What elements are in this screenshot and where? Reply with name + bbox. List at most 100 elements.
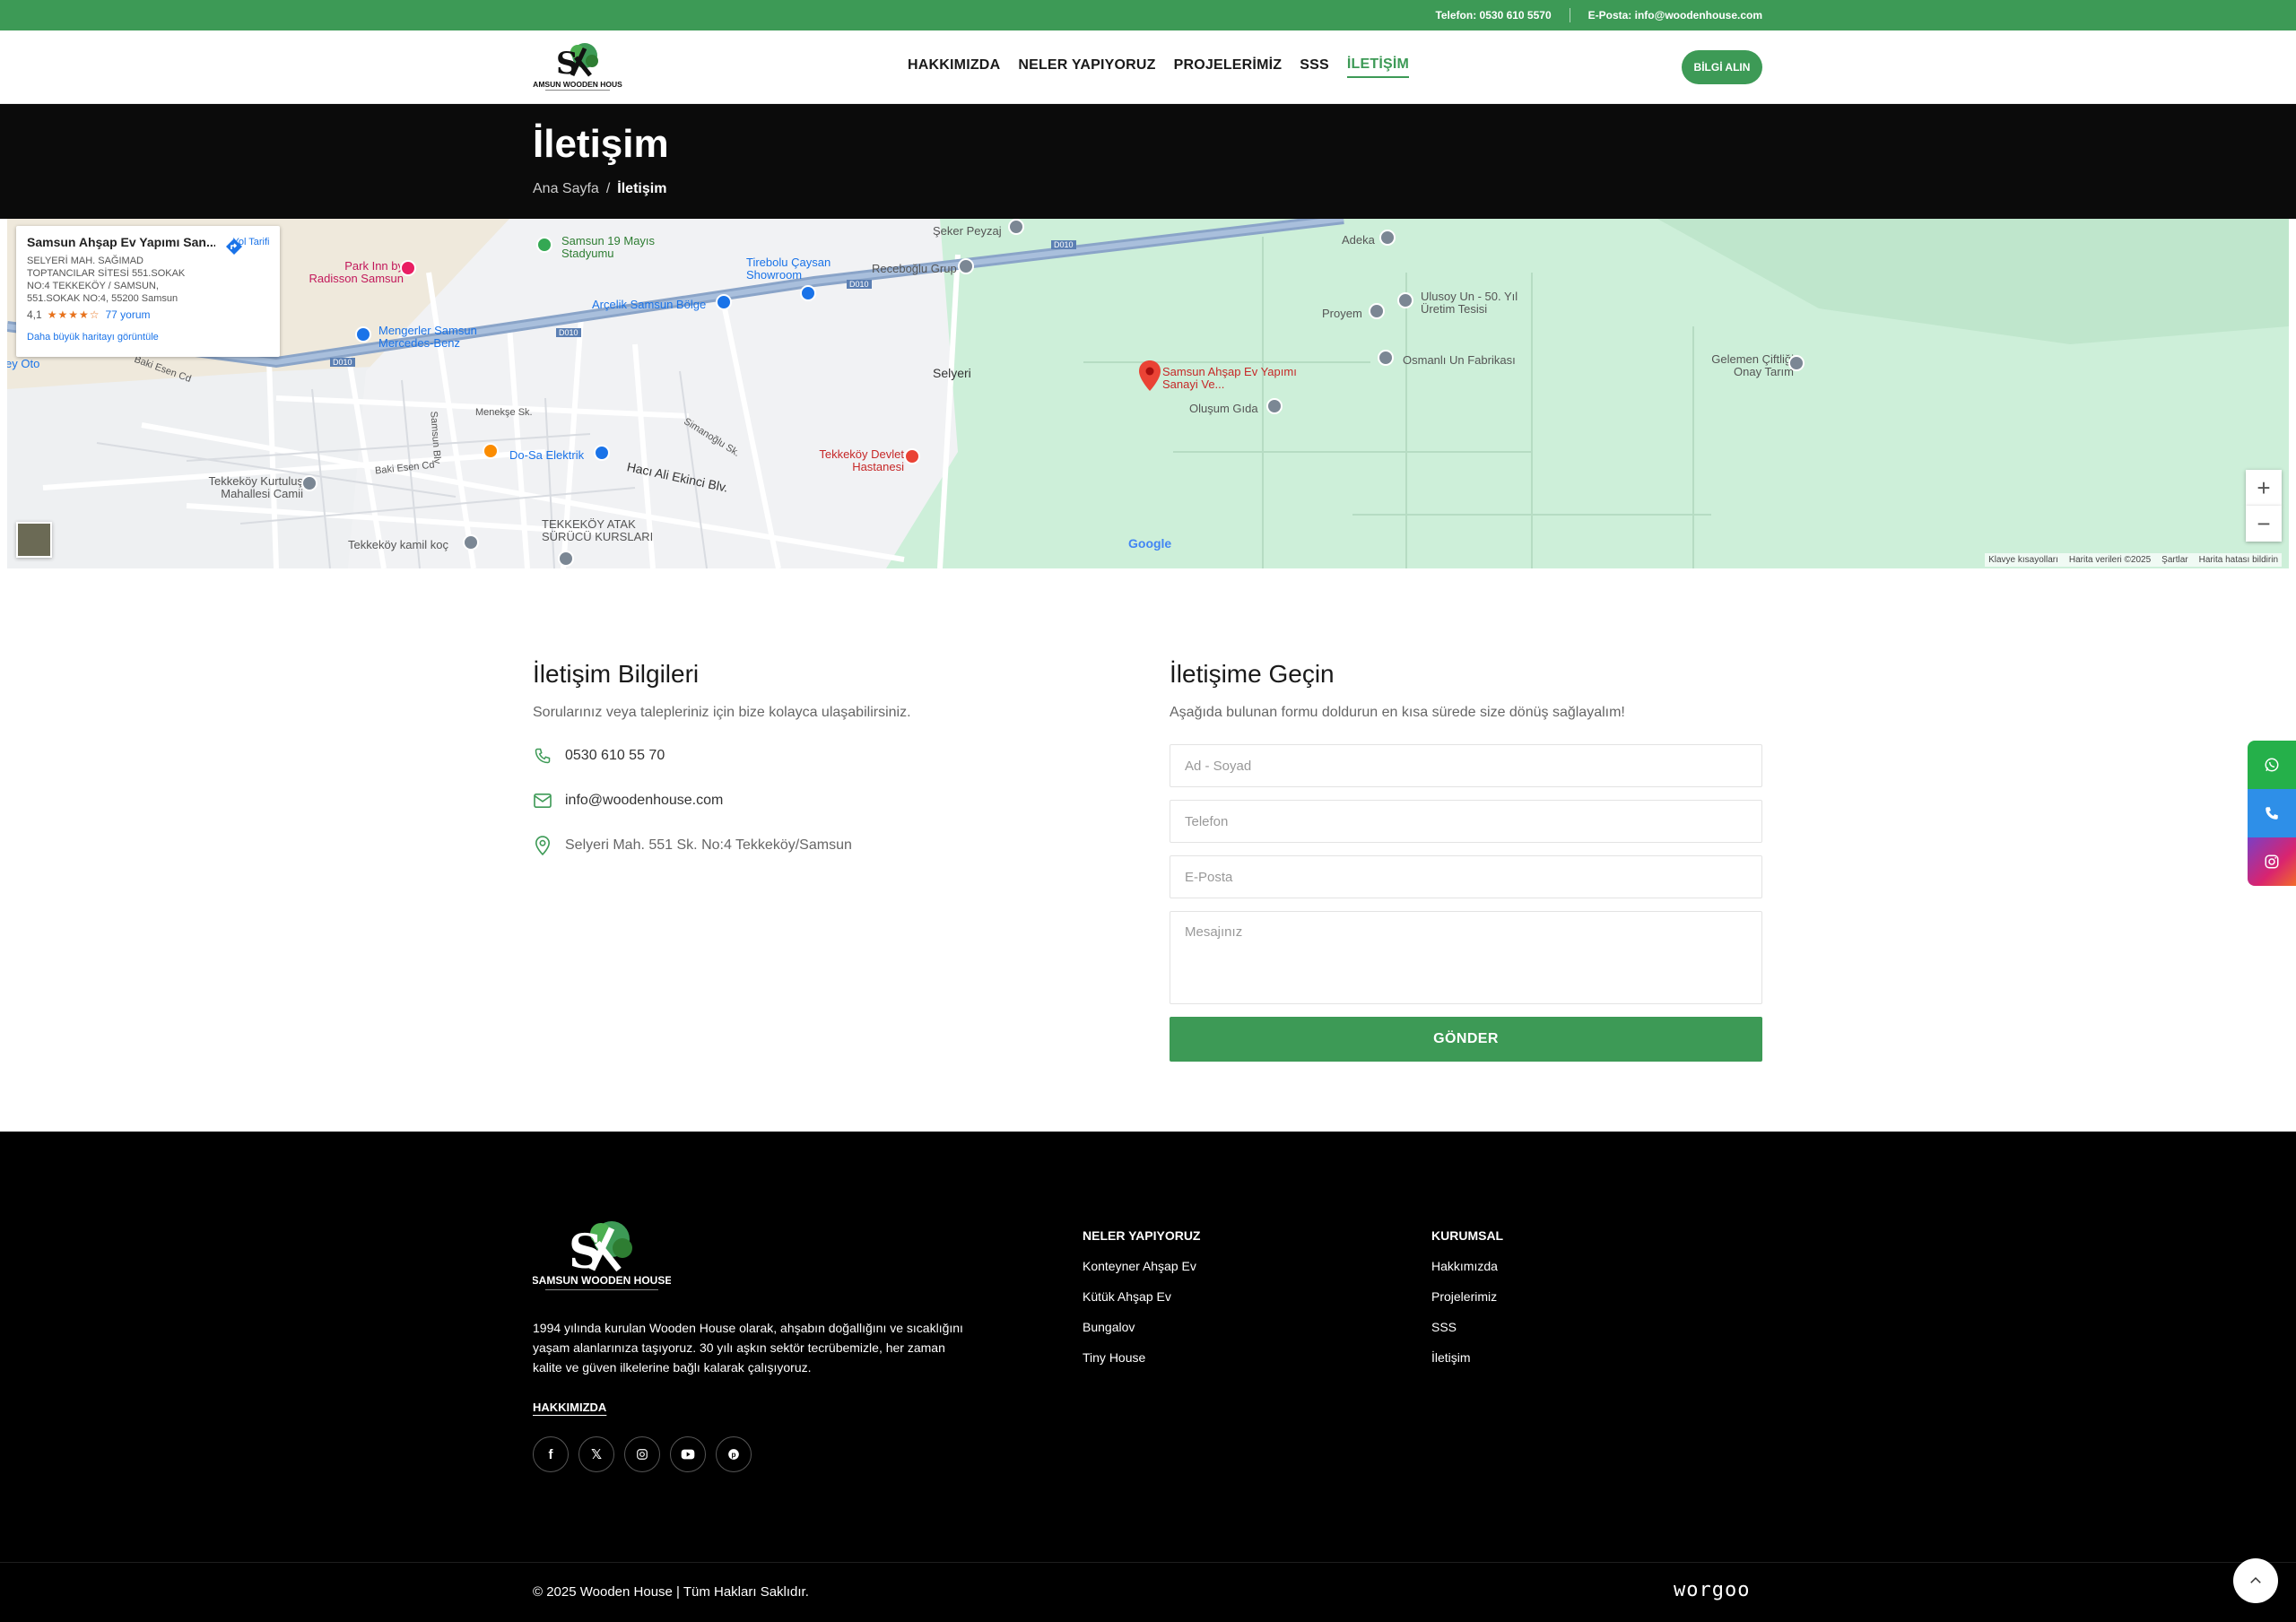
satellite-toggle[interactable] bbox=[16, 522, 52, 558]
map-label-target: Samsun Ahşap Ev Yapımı Sanayi Ve... bbox=[1162, 365, 1297, 391]
social-links: f 𝕏 p bbox=[533, 1436, 752, 1472]
get-info-button[interactable]: BİLGİ ALIN bbox=[1682, 50, 1762, 84]
footer-link-log-house[interactable]: Kütük Ahşap Ev bbox=[1083, 1289, 1200, 1304]
contact-address-row: Selyeri Mah. 551 Sk. No:4 Tekkeköy/Samsu… bbox=[533, 836, 1071, 855]
footer-link-bungalow[interactable]: Bungalov bbox=[1083, 1320, 1200, 1334]
footer-link-tiny-house[interactable]: Tiny House bbox=[1083, 1350, 1200, 1365]
page-title: İletişim bbox=[533, 122, 669, 166]
facebook-icon[interactable]: f bbox=[533, 1436, 569, 1472]
nav-faq[interactable]: SSS bbox=[1300, 57, 1329, 77]
breadcrumb-separator: / bbox=[605, 181, 611, 196]
keyboard-shortcuts-link[interactable]: Klavye kısayolları bbox=[1988, 555, 2058, 565]
x-twitter-icon[interactable]: 𝕏 bbox=[578, 1436, 614, 1472]
phone-icon bbox=[533, 746, 552, 766]
stadium-icon[interactable] bbox=[536, 237, 552, 253]
shop-icon[interactable] bbox=[800, 285, 816, 301]
shop-icon[interactable] bbox=[716, 294, 732, 310]
map-label-receboglu: Receboğlu Grup bbox=[872, 262, 957, 275]
footer-link-contact[interactable]: İletişim bbox=[1431, 1350, 1503, 1365]
map-label-dosa: Do-Sa Elektrik bbox=[509, 448, 585, 462]
poi-icon[interactable] bbox=[1008, 219, 1024, 235]
contact-info-section: İletişim Bilgileri Sorularınız veya tale… bbox=[533, 660, 1071, 855]
call-button[interactable] bbox=[2248, 789, 2296, 837]
agency-logo[interactable]: worgoo bbox=[1674, 1579, 1750, 1601]
poi-icon[interactable] bbox=[1266, 398, 1283, 414]
map-label-ulusoy: Ulusoy Un - 50. Yıl Üretim Tesisi bbox=[1421, 290, 1518, 316]
place-address: SELYERİ MAH. SAĞIMAD TOPTANCILAR SİTESİ … bbox=[27, 256, 186, 304]
map-label-atak: TEKKEKÖY ATAK SÜRÜCÜ KURSLARI bbox=[542, 517, 654, 543]
footer-about-text: 1994 yılında kurulan Wooden House olarak… bbox=[533, 1321, 963, 1375]
logo-text: SAMSUN WOODEN HOUSE bbox=[533, 80, 622, 89]
copyright: © 2025 Wooden House | Tüm Hakları Saklıd… bbox=[533, 1584, 809, 1600]
poi-icon[interactable] bbox=[1378, 350, 1394, 366]
footer-logo-text: SAMSUN WOODEN HOUSE bbox=[533, 1274, 671, 1287]
larger-map-link[interactable]: Daha büyük haritayı görüntüle bbox=[27, 332, 269, 343]
site-logo[interactable]: S SAMSUN WOODEN HOUSE bbox=[528, 41, 628, 93]
contact-phone-row[interactable]: 0530 610 55 70 bbox=[533, 746, 1071, 766]
top-phone-link[interactable]: Telefon: 0530 610 5570 bbox=[1435, 9, 1551, 22]
mosque-icon[interactable] bbox=[301, 475, 317, 491]
poi-icon[interactable] bbox=[558, 551, 574, 567]
map-label-kurtulus: Tekkeköy Kurtuluş Mahallesi Camii bbox=[208, 474, 304, 500]
road-shield: D010 bbox=[1051, 240, 1076, 249]
map-pin-icon[interactable] bbox=[1139, 360, 1161, 391]
map-label-osmanli: Osmanlı Un Fabrikası bbox=[1403, 353, 1516, 367]
footer-link-container-house[interactable]: Konteyner Ahşap Ev bbox=[1083, 1259, 1200, 1273]
nav-about[interactable]: HAKKIMIZDA bbox=[908, 57, 1000, 77]
poi-icon[interactable] bbox=[1379, 230, 1396, 246]
nav-contact[interactable]: İLETİŞİM bbox=[1346, 56, 1410, 78]
nav-projects[interactable]: PROJELERİMİZ bbox=[1174, 57, 1283, 77]
poi-icon[interactable] bbox=[1369, 303, 1385, 319]
shop-icon[interactable] bbox=[594, 445, 610, 461]
star-icon: ★★★★☆ bbox=[47, 308, 100, 321]
instagram-button[interactable] bbox=[2248, 837, 2296, 886]
footer-link-about[interactable]: Hakkımızda bbox=[1431, 1259, 1503, 1273]
footer-about-link[interactable]: HAKKIMIZDA bbox=[533, 1401, 606, 1414]
poi-icon[interactable] bbox=[1788, 355, 1805, 371]
message-textarea[interactable]: Mesajınız bbox=[1170, 911, 1762, 1004]
map-attribution: Klavye kısayolları Harita verileri ©2025… bbox=[1985, 553, 2282, 567]
zoom-out-button[interactable]: − bbox=[2246, 506, 2282, 542]
shop-icon[interactable] bbox=[355, 326, 371, 343]
map-place-card: Samsun Ahşap Ev Yapımı San... SELYERİ MA… bbox=[16, 226, 280, 357]
top-contact: Telefon: 0530 610 5570 E-Posta: info@woo… bbox=[1435, 0, 1762, 30]
scroll-to-top-button[interactable] bbox=[2233, 1558, 2278, 1603]
svg-text:p: p bbox=[732, 1451, 736, 1459]
pinterest-icon[interactable]: p bbox=[716, 1436, 752, 1472]
google-map[interactable]: Selyeri Samsun Ahşap Ev Yapımı Sanayi Ve… bbox=[7, 219, 2289, 568]
footer-services-title: NELER YAPIYORUZ bbox=[1083, 1228, 1201, 1243]
footer-logo[interactable]: S SAMSUN WOODEN HOUSE bbox=[532, 1218, 672, 1295]
email-input[interactable]: E-Posta bbox=[1170, 855, 1762, 898]
top-email-link[interactable]: E-Posta: info@woodenhouse.com bbox=[1588, 9, 1762, 22]
submit-button[interactable]: GÖNDER bbox=[1170, 1017, 1762, 1062]
hotel-icon[interactable] bbox=[400, 260, 416, 276]
breadcrumb-home[interactable]: Ana Sayfa bbox=[533, 181, 599, 197]
terms-link[interactable]: Şartlar bbox=[2161, 555, 2187, 565]
nav-services[interactable]: NELER YAPIYORUZ bbox=[1018, 57, 1155, 77]
location-pin-icon bbox=[533, 836, 552, 855]
site-footer: S SAMSUN WOODEN HOUSE 1994 yılında kurul… bbox=[0, 1132, 2296, 1622]
restaurant-icon[interactable] bbox=[483, 443, 499, 459]
main-nav: HAKKIMIZDA NELER YAPIYORUZ PROJELERİMİZ … bbox=[908, 30, 1410, 104]
contact-email: info@woodenhouse.com bbox=[565, 793, 724, 808]
reviews-link[interactable]: 77 yorum bbox=[105, 308, 150, 321]
report-error-link[interactable]: Harita hatası bildirin bbox=[2199, 555, 2278, 565]
footer-link-projects[interactable]: Projelerimiz bbox=[1431, 1289, 1503, 1304]
hospital-icon[interactable] bbox=[904, 448, 920, 464]
contact-email-row[interactable]: info@woodenhouse.com bbox=[533, 791, 1071, 811]
name-input[interactable]: Ad - Soyad bbox=[1170, 744, 1762, 787]
map-label-oto: ey Oto bbox=[7, 357, 40, 370]
footer-link-faq[interactable]: SSS bbox=[1431, 1320, 1503, 1334]
poi-icon[interactable] bbox=[1397, 292, 1413, 308]
youtube-icon[interactable] bbox=[670, 1436, 706, 1472]
directions-button[interactable]: Yol Tarifi bbox=[224, 237, 278, 255]
instagram-icon[interactable] bbox=[624, 1436, 660, 1472]
road-shield: D010 bbox=[556, 328, 581, 337]
zoom-in-button[interactable]: + bbox=[2246, 470, 2282, 506]
map-label-mengerler: Mengerler Samsun Mercedes-Benz bbox=[378, 324, 477, 350]
phone-input[interactable]: Telefon bbox=[1170, 800, 1762, 843]
poi-icon[interactable] bbox=[958, 258, 974, 274]
poi-icon[interactable] bbox=[463, 534, 479, 551]
whatsapp-button[interactable] bbox=[2248, 741, 2296, 789]
map-label-arcelik: Arçelik Samsun Bölge bbox=[592, 298, 707, 311]
